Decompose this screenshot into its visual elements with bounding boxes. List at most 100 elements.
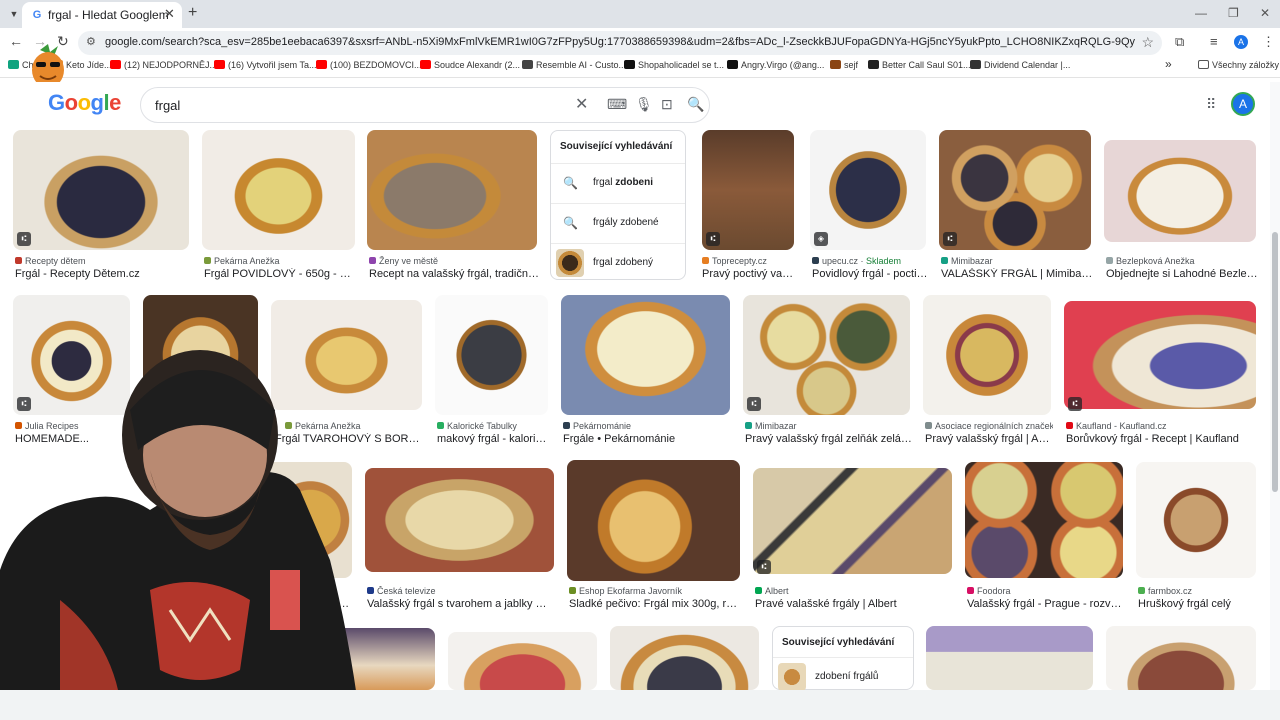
result-source[interactable]: Bezlepková Anežka <box>1106 256 1258 266</box>
related-item[interactable]: 🔍 frgal zdobeni <box>551 163 685 203</box>
google-account-avatar[interactable]: A <box>1231 92 1255 116</box>
result-image[interactable] <box>448 632 597 690</box>
image-result[interactable]: Asociace regionálních značek Pravý valaš… <box>923 295 1053 445</box>
result-image[interactable] <box>435 295 548 415</box>
minimize-icon[interactable]: — <box>1195 6 1207 20</box>
result-source[interactable]: Pekárna Anežka <box>204 256 357 266</box>
result-image[interactable] <box>753 468 952 574</box>
search-icon[interactable]: 🔍 <box>687 96 704 113</box>
result-title[interactable]: Valašský frgál s tvarohem a jablky — Ku.… <box>367 598 556 610</box>
result-image[interactable] <box>1136 462 1256 578</box>
result-image[interactable] <box>367 130 537 250</box>
tab-search-button[interactable]: ▼ <box>6 6 22 22</box>
result-source[interactable]: Asociace regionálních značek <box>925 421 1053 431</box>
lens-camera-icon[interactable]: ⊡ <box>661 96 673 113</box>
browser-menu-icon[interactable]: ⋮ <box>1262 34 1275 50</box>
scrollbar-thumb[interactable] <box>1272 232 1278 492</box>
result-image[interactable] <box>810 130 926 250</box>
bookmark-11[interactable]: Dividend Calendar |... <box>970 60 1070 70</box>
image-result[interactable]: farmbox.cz Hruškový frgál celý <box>1136 462 1256 612</box>
image-result[interactable]: Pekárnománie Frgále • Pekárnománie <box>561 295 730 445</box>
result-image[interactable] <box>561 295 730 415</box>
address-bar[interactable]: ⚙ google.com/search?sca_esv=285be1eebaca… <box>78 31 1162 55</box>
image-result[interactable]: Foodora Valašský frgál - Prague - rozvoz… <box>965 462 1125 612</box>
image-result[interactable] <box>448 632 597 690</box>
result-image[interactable] <box>365 468 554 572</box>
result-source[interactable]: Recepty dětem <box>15 256 191 266</box>
result-source[interactable]: Ženy ve městě <box>369 256 539 266</box>
bookmark-5[interactable]: Soudce Alexandr (2... <box>420 60 520 70</box>
site-info-icon[interactable]: ⚙ <box>86 35 96 48</box>
image-result[interactable]: ⑆ Albert Pravé valašské frgály | Albert <box>753 468 952 612</box>
result-source[interactable]: upecu.cz · Skladem <box>812 256 928 266</box>
result-source[interactable]: Albert <box>755 586 954 596</box>
result-image[interactable] <box>567 460 740 581</box>
bookmark-4[interactable]: (100) BEZDOMOVCI... <box>316 60 422 70</box>
image-result[interactable]: ⑆ Mimibazar Pravý valašský frgál zelňák … <box>743 295 912 445</box>
bookmark-3[interactable]: (16) Vytvořil jsem Ta... <box>214 60 317 70</box>
image-result[interactable]: ⑆ Toprecepty.cz Pravý poctivý vala... <box>702 130 794 280</box>
result-image[interactable] <box>610 626 759 690</box>
related-item[interactable]: frgal zdobený <box>551 243 685 283</box>
related-item[interactable]: 🔍 frgály zdobené <box>551 203 685 243</box>
result-image[interactable] <box>743 295 910 415</box>
bookmark-star-icon[interactable]: ☆ <box>1141 34 1154 51</box>
result-source[interactable]: Mimibazar <box>745 421 912 431</box>
search-input[interactable]: frgal <box>155 98 180 113</box>
result-title[interactable]: Recept na valašský frgál, tradiční vá... <box>369 268 539 280</box>
result-image[interactable] <box>1106 626 1256 690</box>
image-result[interactable]: ⑆ Mimibazar VALAŠSKÝ FRGÁL | Mimibazar..… <box>939 130 1093 280</box>
result-source[interactable]: Foodora <box>967 586 1125 596</box>
google-apps-icon[interactable]: ⠿ <box>1206 96 1216 113</box>
new-tab-button[interactable]: + <box>188 4 197 22</box>
result-title[interactable]: Hruškový frgál celý <box>1138 598 1258 610</box>
image-result[interactable] <box>610 626 759 690</box>
result-title[interactable]: Frgál - Recepty Dětem.cz <box>15 268 191 280</box>
image-result[interactable]: ◈ upecu.cz · Skladem Povidlový frgál - p… <box>810 130 928 280</box>
result-title[interactable]: Pravé valašské frgály | Albert <box>755 598 954 610</box>
result-title[interactable]: Pravý poctivý vala... <box>702 268 794 280</box>
image-result[interactable]: Ženy ve městě Recept na valašský frgál, … <box>367 130 539 280</box>
result-image[interactable] <box>202 130 355 250</box>
result-image[interactable] <box>923 295 1051 415</box>
result-title[interactable]: Povidlový frgál - poctivá... <box>812 268 928 280</box>
clear-icon[interactable]: ✕ <box>575 94 588 114</box>
image-result[interactable]: Pekárna Anežka Frgál POVIDLOVÝ - 650g - … <box>202 130 357 280</box>
result-title[interactable]: Pravý valašský frgál zelňák zelák | ... <box>745 433 912 445</box>
extensions-icon[interactable]: ⧉ <box>1175 34 1184 50</box>
image-result[interactable]: ⑆ Recepty dětem Frgál - Recepty Dětem.cz <box>13 130 189 280</box>
media-icon[interactable]: ≡ <box>1210 34 1218 49</box>
search-box[interactable]: frgal ✕ ⌨ 🎙 ⊡ 🔍 <box>140 87 710 123</box>
image-result[interactable]: Eshop Ekofarma Javorník Sladké pečivo: F… <box>567 460 742 612</box>
result-source[interactable]: farmbox.cz <box>1138 586 1258 596</box>
tab-active[interactable]: G frgal - Hledat Googlem ✕ <box>22 2 182 28</box>
result-image[interactable] <box>926 626 1093 690</box>
result-image[interactable] <box>965 462 1123 578</box>
result-title[interactable]: Sladké pečivo: Frgál mix 300g, různ... <box>569 598 742 610</box>
result-title[interactable]: makový frgál - kalorie, ... <box>437 433 550 445</box>
bookmark-7[interactable]: Shopaholicadel se t... <box>624 60 724 70</box>
result-source[interactable]: Kaufland - Kaufland.cz <box>1066 421 1258 431</box>
bookmark-2[interactable]: (12) NEJODPORNĚJ... <box>110 60 217 70</box>
google-logo[interactable]: Google <box>48 90 121 116</box>
maximize-icon[interactable]: ❐ <box>1228 6 1239 20</box>
page-scrollbar[interactable] <box>1270 82 1280 690</box>
image-result[interactable]: ⑆ Kaufland - Kaufland.cz Borůvkový frgál… <box>1064 301 1256 445</box>
bookmarks-overflow-button[interactable]: » <box>1165 57 1172 71</box>
result-image[interactable] <box>1064 301 1256 409</box>
result-title[interactable]: Borůvkový frgál - Recept | Kaufland <box>1066 433 1258 445</box>
image-result[interactable]: Kalorické Tabulky makový frgál - kalorie… <box>435 295 550 445</box>
result-image[interactable] <box>1104 140 1256 242</box>
bookmark-8[interactable]: Angry.Virgo (@ang... <box>727 60 824 70</box>
result-source[interactable]: Česká televize <box>367 586 556 596</box>
bookmark-10[interactable]: Better Call Saul S01... <box>868 60 971 70</box>
result-title[interactable]: VALAŠSKÝ FRGÁL | Mimibazar.... <box>941 268 1093 280</box>
bookmark-9[interactable]: sejf <box>830 60 858 70</box>
result-title[interactable]: Frgál POVIDLOVÝ - 650g - Val... <box>204 268 357 280</box>
microphone-icon[interactable]: 🎙 <box>635 96 653 113</box>
result-source[interactable]: Toprecepty.cz <box>702 256 794 266</box>
result-source[interactable]: Pekárnománie <box>563 421 732 431</box>
keyboard-icon[interactable]: ⌨ <box>607 96 627 113</box>
image-result[interactable]: Česká televize Valašský frgál s tvarohem… <box>365 468 556 612</box>
result-image[interactable] <box>939 130 1091 250</box>
